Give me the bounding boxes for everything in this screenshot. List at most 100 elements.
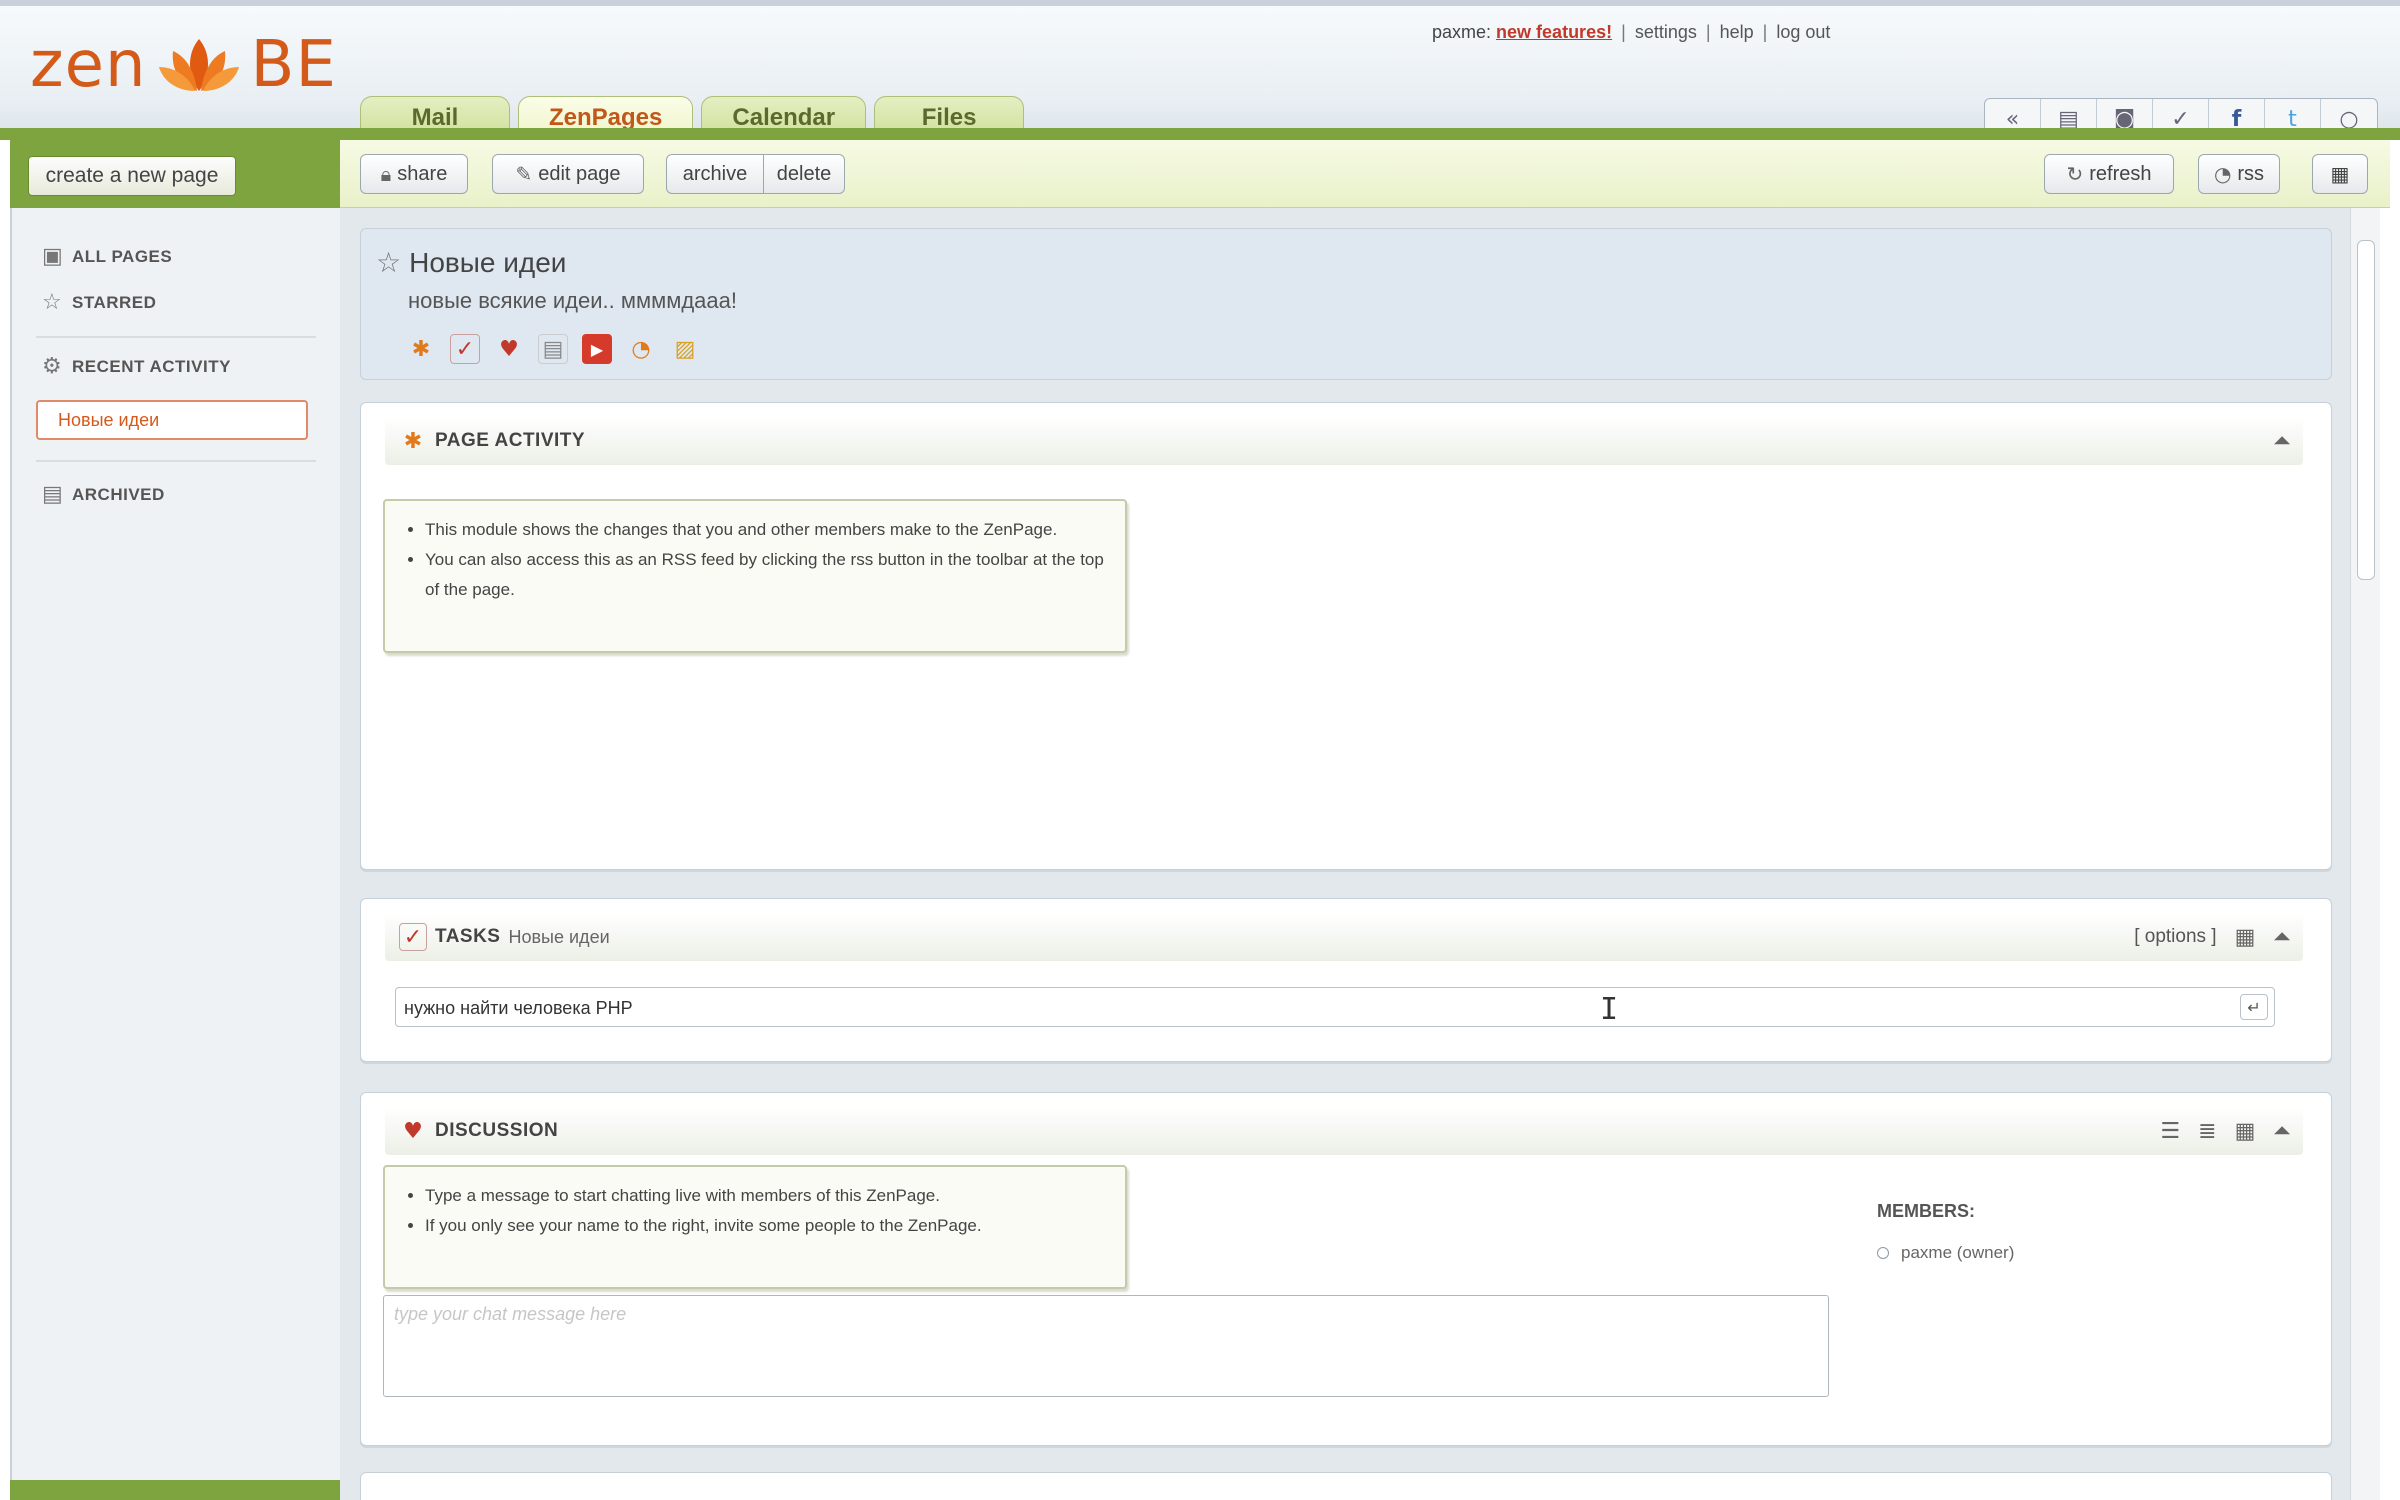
module-subtitle: Новые идеи <box>508 926 610 947</box>
print-icon[interactable]: ▦ <box>2235 925 2256 950</box>
share-button[interactable]: 🔒︎ share <box>360 154 468 194</box>
sidebar-item-starred[interactable]: ☆ STARRED <box>42 290 156 315</box>
lotus-logo-icon <box>158 39 239 91</box>
sidebar-item-all-pages[interactable]: ▣ ALL PAGES <box>42 244 172 269</box>
link-separator: | <box>1705 22 1711 42</box>
next-module-edge <box>360 1472 2332 1500</box>
green-separator <box>0 128 2400 140</box>
enter-icon[interactable]: ↵ <box>2240 994 2268 1020</box>
list-view-icon[interactable]: ☰ <box>2160 1119 2180 1144</box>
rss-button[interactable]: ◔ rss <box>2198 154 2280 194</box>
text-cursor-icon: I <box>1600 992 1619 1027</box>
discussion-module: ♥ DISCUSSION ☰ ≣ ▦ ⏶ Type a message to s… <box>360 1092 2332 1446</box>
help-item: If you only see your name to the right, … <box>425 1211 1105 1241</box>
sidebar-item-label: ARCHIVED <box>72 484 165 504</box>
add-module-icons: ✱ ✓ ♥ ▤ ▶ ◔ ▨ <box>406 334 700 364</box>
module-title: TASKS <box>435 926 501 947</box>
chat-message-input[interactable] <box>383 1295 1829 1397</box>
rss-label: rss <box>2237 162 2265 185</box>
discussion-icon: ♥ <box>403 1118 423 1144</box>
print-icon[interactable]: ▦ <box>2235 1119 2256 1144</box>
tasks-icon[interactable]: ✓ <box>450 334 480 364</box>
page-title[interactable]: Новые идеи <box>409 247 566 279</box>
share-label: share <box>397 162 448 185</box>
tasks-module: ✓ TASKS Новые идеи [ options ] ▦ ⏶ ↵ <box>360 898 2332 1062</box>
link-separator: | <box>1762 22 1768 42</box>
rss-icon[interactable]: ◔ <box>626 334 656 364</box>
sidebar-item-archived[interactable]: ▤ ARCHIVED <box>42 482 165 507</box>
pages-icon: ▣ <box>42 244 64 269</box>
youtube-icon[interactable]: ▶ <box>582 334 612 364</box>
sidebar: ▣ ALL PAGES ☆ STARRED ⚙ RECENT ACTIVITY … <box>10 208 340 1480</box>
sidebar-divider <box>36 336 316 338</box>
sidebar-item-current-page[interactable]: Новые идеи <box>36 400 308 440</box>
settings-link[interactable]: settings <box>1635 22 1697 42</box>
collapse-icon[interactable]: ⏶ <box>2273 429 2291 454</box>
sidebar-item-recent-activity[interactable]: ⚙ RECENT ACTIVITY <box>42 354 231 379</box>
help-box: Type a message to start chatting live wi… <box>383 1165 1127 1289</box>
logo-text-be: BE <box>250 28 337 102</box>
archive-button[interactable]: archive <box>666 154 764 194</box>
logout-link[interactable]: log out <box>1776 22 1830 42</box>
collapse-icon[interactable]: ⏶ <box>2273 1119 2291 1144</box>
refresh-icon: ↻ <box>2066 162 2084 186</box>
edit-page-label: edit page <box>538 162 621 185</box>
help-item: You can also access this as an RSS feed … <box>425 545 1105 605</box>
link-separator: | <box>1621 22 1626 42</box>
tasks-icon: ✓ <box>399 923 427 951</box>
task-input-container: ↵ <box>395 987 2275 1027</box>
scrollbar-thumb[interactable] <box>2357 240 2375 580</box>
module-title: PAGE ACTIVITY <box>435 430 586 451</box>
module-header: ✓ TASKS Новые идеи [ options ] ▦ ⏶ <box>385 913 2303 961</box>
print-button[interactable]: ▦ <box>2312 154 2368 194</box>
collapse-icon[interactable]: ⏶ <box>2273 925 2291 950</box>
module-controls: ⏶ <box>2273 429 2291 454</box>
sidebar-footer-bar <box>10 1480 340 1500</box>
discussion-icon[interactable]: ♥ <box>494 334 524 364</box>
gear-icon: ⚙ <box>42 354 63 379</box>
activity-icon: ✱ <box>403 428 423 454</box>
threaded-view-icon[interactable]: ≣ <box>2198 1119 2216 1144</box>
rss-icon: ◔ <box>2213 162 2232 186</box>
zenbe-logo[interactable]: zen BE <box>30 30 337 100</box>
sidebar-item-label: RECENT ACTIVITY <box>72 356 231 376</box>
sidebar-divider <box>36 460 316 462</box>
module-controls: ☰ ≣ ▦ ⏶ <box>2160 1119 2291 1144</box>
refresh-button[interactable]: ↻ refresh <box>2044 154 2174 194</box>
help-box: This module shows the changes that you a… <box>383 499 1127 653</box>
module-header: ✱ PAGE ACTIVITY ⏶ <box>385 417 2303 465</box>
module-header: ♥ DISCUSSION ☰ ≣ ▦ ⏶ <box>385 1107 2303 1155</box>
new-features-link[interactable]: new features! <box>1496 22 1612 42</box>
sidebar-item-label: STARRED <box>72 292 157 312</box>
help-link[interactable]: help <box>1720 22 1754 42</box>
options-link[interactable]: [ options ] <box>2134 926 2216 948</box>
logo-text-zen: zen <box>30 28 147 102</box>
lock-icon: 🔒︎ <box>380 162 392 186</box>
username-label: paxme: <box>1432 22 1492 42</box>
delete-button[interactable]: delete <box>763 154 845 194</box>
activity-icon[interactable]: ✱ <box>406 334 436 364</box>
members-heading: MEMBERS: <box>1877 1201 1975 1221</box>
help-item: Type a message to start chatting live wi… <box>425 1181 1105 1211</box>
notes-icon[interactable]: ▤ <box>538 334 568 364</box>
refresh-label: refresh <box>2089 162 2152 185</box>
edit-page-button[interactable]: ✎ edit page <box>492 154 644 194</box>
page-toolbar: 🔒︎ share ✎ edit page archive delete ↻ re… <box>340 140 2390 208</box>
page-title-row: ☆ Новые идеи <box>376 246 566 279</box>
pencil-icon: ✎ <box>515 162 533 186</box>
page-description[interactable]: новые всякие идеи.. ммммдааа! <box>408 288 737 314</box>
member-list-item[interactable]: paxme (owner) <box>1877 1243 2014 1263</box>
star-toggle-icon[interactable]: ☆ <box>376 246 401 279</box>
new-task-input[interactable] <box>404 994 2224 1022</box>
presence-icon <box>1877 1247 1889 1259</box>
module-controls: [ options ] ▦ ⏶ <box>2134 925 2291 950</box>
module-title: DISCUSSION <box>435 1120 559 1141</box>
top-links: paxme: new features! | settings | help |… <box>1432 22 1830 43</box>
help-item: This module shows the changes that you a… <box>425 515 1105 545</box>
archive-box-icon: ▤ <box>42 482 64 507</box>
create-new-page-button[interactable]: create a new page <box>28 156 236 196</box>
page-activity-module: ✱ PAGE ACTIVITY ⏶ This module shows the … <box>360 402 2332 870</box>
sidebar-item-label: ALL PAGES <box>72 246 173 266</box>
photos-icon[interactable]: ▨ <box>670 334 700 364</box>
star-icon: ☆ <box>42 290 63 315</box>
